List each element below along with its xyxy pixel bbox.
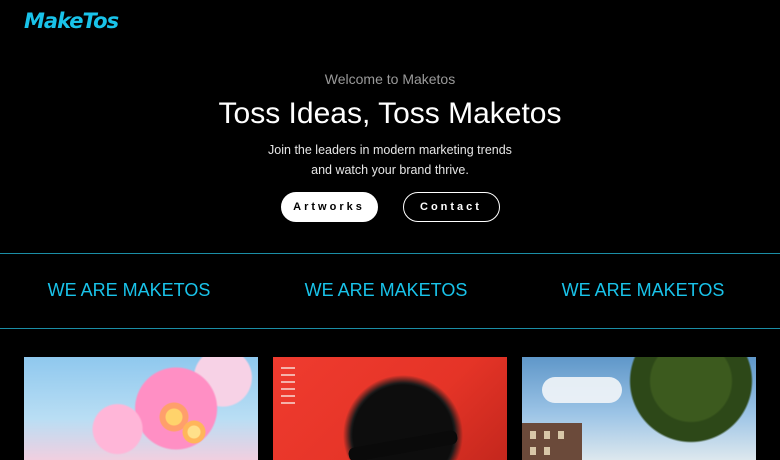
red-portrait-artwork[interactable] (273, 357, 507, 460)
hero-subtitle-line-1: Join the leaders in modern marketing tre… (268, 143, 512, 157)
hero-eyebrow: Welcome to Maketos (324, 71, 456, 87)
marquee-band: WE ARE MAKETOS WE ARE MAKETOS WE ARE MAK… (0, 253, 780, 329)
hero-headline: Toss Ideas, Toss Maketos (218, 97, 562, 130)
hero-subtitle-line-2: and watch your brand thrive. (311, 163, 469, 177)
marquee-item: WE ARE MAKETOS (561, 280, 725, 300)
tree-building-sky-artwork[interactable] (522, 357, 756, 460)
brand-logo[interactable]: MakeTos (24, 9, 119, 33)
poster-text-lines (281, 367, 295, 409)
building-shape (522, 423, 582, 460)
tree-shape (616, 357, 756, 447)
artworks-button[interactable]: Artworks (280, 192, 378, 222)
hero-buttons: Artworks Contact (0, 192, 780, 222)
flower-shape (179, 417, 209, 447)
marquee-item: WE ARE MAKETOS (47, 280, 211, 300)
marquee-item: WE ARE MAKETOS (304, 280, 468, 300)
artwork-gallery (0, 357, 780, 460)
hero-subtitle: Join the leaders in modern marketing tre… (0, 140, 780, 180)
contact-button[interactable]: Contact (402, 192, 500, 222)
pink-clouds-flowers-artwork[interactable] (24, 357, 258, 460)
cloud-shape (542, 377, 622, 403)
